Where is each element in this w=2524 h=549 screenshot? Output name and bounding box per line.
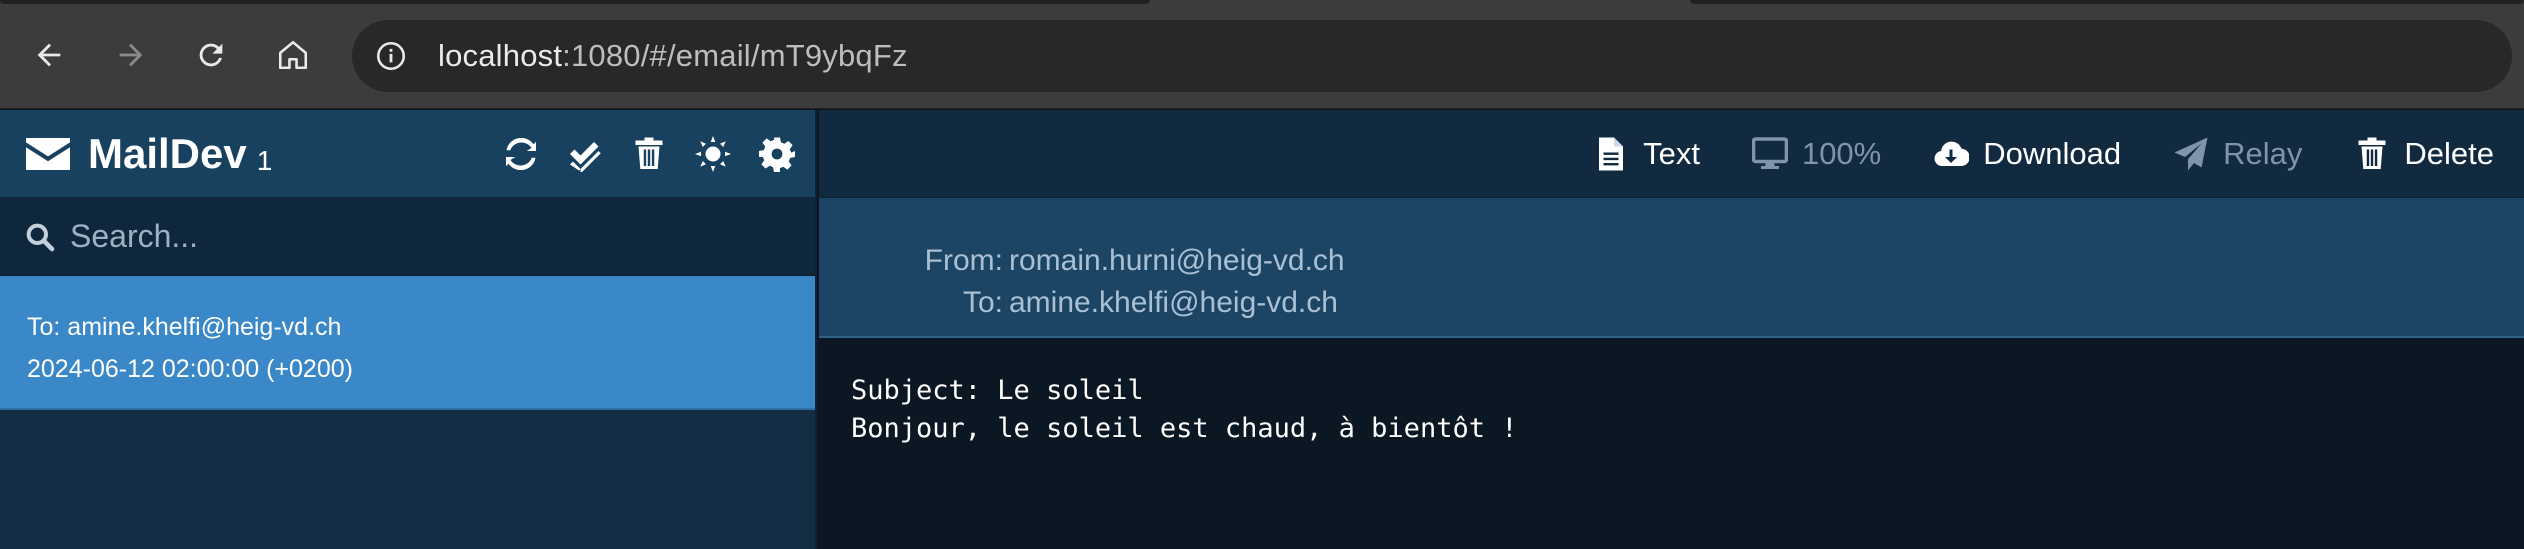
to-value: amine.khelfi@heig-vd.ch — [1009, 286, 1338, 319]
download-label: Download — [1983, 135, 2122, 171]
home-button[interactable] — [266, 28, 320, 82]
sidebar-header: MailDev 1 — [0, 110, 815, 198]
text-view-button[interactable]: Text — [1593, 136, 1700, 172]
trash-icon — [2358, 137, 2386, 169]
zoom-label: 100% — [1801, 135, 1882, 171]
subject-line: Subject: Le soleil — [851, 375, 1144, 406]
email-toolbar: Text 100% Download Relay Delete — [819, 110, 2524, 198]
relay-label: Relay — [2223, 135, 2303, 171]
email-recipient: To: amine.khelfi@heig-vd.ch — [27, 313, 342, 341]
home-icon — [278, 40, 308, 70]
delete-label: Delete — [2404, 135, 2494, 171]
reload-button[interactable] — [184, 28, 238, 82]
reload-icon — [199, 43, 223, 67]
forward-arrow-icon — [119, 43, 143, 67]
file-text-icon — [1599, 137, 1624, 170]
envelope-icon — [24, 136, 74, 172]
cloud-download-icon — [1934, 141, 1970, 166]
tab-strip — [0, 0, 1150, 4]
zoom-button[interactable]: 100% — [1751, 135, 1882, 172]
refresh-icon[interactable] — [503, 136, 539, 172]
theme-icon[interactable] — [695, 136, 731, 172]
search-input[interactable] — [70, 218, 770, 255]
address-bar[interactable]: localhost:1080/#/email/mT9ybqFz — [352, 20, 2512, 92]
email-headers: From: romain.hurni@heig-vd.ch To: amine.… — [819, 198, 2524, 338]
url-path: :1080/#/email/mT9ybqFz — [562, 38, 908, 73]
download-button[interactable]: Download — [1933, 136, 2121, 172]
mark-all-read-icon[interactable] — [567, 136, 603, 172]
forward-button[interactable] — [104, 28, 158, 82]
from-label: From: — [924, 244, 1003, 277]
sidebar: MailDev 1 To: amine.khelfi@heig-vd.ch — [0, 110, 817, 549]
search-icon — [26, 223, 55, 251]
body-text: Bonjour, le soleil est chaud, à bientôt … — [851, 413, 1518, 444]
trash-icon[interactable] — [631, 136, 667, 172]
site-info-icon[interactable] — [372, 37, 410, 75]
mail-count: 1 — [256, 144, 273, 176]
email-date: 2024-06-12 02:00:00 (+0200) — [27, 355, 353, 383]
settings-icon[interactable] — [759, 136, 795, 172]
email-body: Subject: Le soleil Bonjour, le soleil es… — [819, 338, 2524, 549]
delete-button[interactable]: Delete — [2354, 136, 2494, 172]
to-line: To: amine.khelfi@heig-vd.ch — [819, 282, 2524, 324]
email-view: Text 100% Download Relay Delete From: ro… — [819, 110, 2524, 549]
from-value: romain.hurni@heig-vd.ch — [1009, 244, 1345, 277]
tab-strip — [1690, 0, 2524, 4]
sidebar-tools — [503, 110, 795, 198]
from-line: From: romain.hurni@heig-vd.ch — [819, 240, 2524, 282]
paper-plane-icon — [2174, 137, 2208, 170]
back-button[interactable] — [22, 28, 76, 82]
url-host: localhost — [438, 38, 563, 73]
text-view-label: Text — [1643, 135, 1700, 171]
search-bar — [0, 198, 815, 276]
url-text[interactable]: localhost:1080/#/email/mT9ybqFz — [438, 38, 908, 74]
back-arrow-icon — [37, 43, 61, 67]
email-list-item[interactable]: To: amine.khelfi@heig-vd.ch 2024-06-12 0… — [0, 276, 815, 410]
browser-toolbar: localhost:1080/#/email/mT9ybqFz — [0, 0, 2524, 109]
to-label: To: — [962, 286, 1003, 319]
relay-button[interactable]: Relay — [2173, 136, 2302, 172]
monitor-icon — [1751, 136, 1788, 169]
app-title: MailDev — [88, 129, 247, 177]
